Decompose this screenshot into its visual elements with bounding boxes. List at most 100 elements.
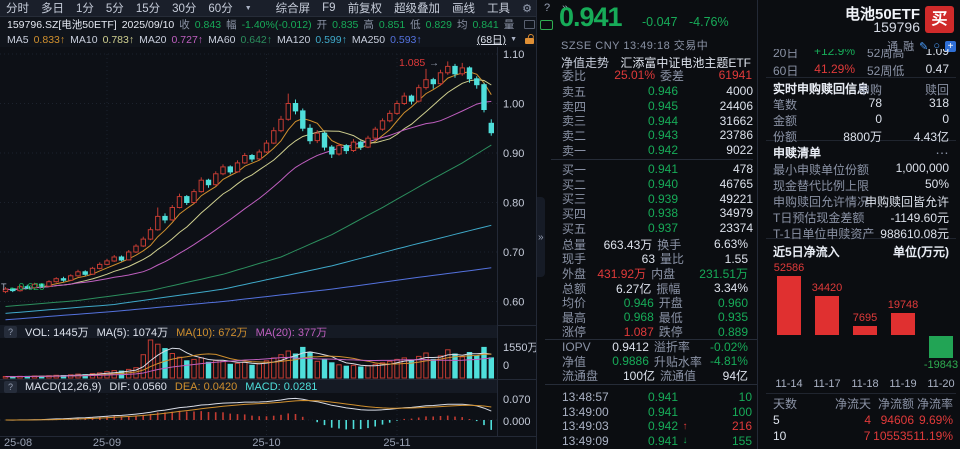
tick-price: 0.941 bbox=[632, 390, 678, 404]
pcf-label: 现金替代比例上限 bbox=[773, 177, 869, 194]
tool-button[interactable]: 综合屏 bbox=[276, 0, 311, 16]
tick-trade-row: 13:49:090.941↓155 bbox=[545, 434, 757, 449]
candle bbox=[279, 116, 283, 132]
tool-button[interactable]: F9 bbox=[322, 2, 335, 14]
macd-name-legend: MACD(12,26,9) bbox=[25, 381, 101, 393]
tool-button[interactable]: 画线 bbox=[452, 0, 475, 16]
candle bbox=[163, 213, 167, 223]
stat-value: 0.9412 bbox=[603, 340, 649, 354]
help-icon[interactable]: ? bbox=[4, 381, 17, 393]
stat-value: 0.935 bbox=[718, 310, 753, 324]
candle bbox=[47, 280, 51, 287]
candle bbox=[330, 145, 334, 158]
stat-row: 现手63量比1.55 bbox=[545, 252, 757, 267]
volume-pane-header: ?VOL: 1445万MA(5): 1074万MA(10): 672万MA(20… bbox=[0, 325, 497, 338]
ask-row[interactable]: 卖一0.9429022 bbox=[545, 143, 757, 158]
candle bbox=[185, 195, 189, 205]
bid-row[interactable]: 买三0.93949221 bbox=[545, 191, 757, 206]
help-icon[interactable]: ? bbox=[4, 326, 17, 338]
stat-value: 0.960 bbox=[718, 296, 753, 310]
flow-cell: 94606 bbox=[871, 413, 914, 427]
price-change: -0.047 bbox=[642, 15, 677, 29]
candle bbox=[177, 194, 181, 209]
flow-table-header: 天数净流天净流额净流率 bbox=[762, 396, 960, 411]
vol-ma5-legend: MA(5): 1074万 bbox=[97, 324, 169, 340]
ma-value: 0.783↑ bbox=[103, 34, 135, 46]
ask-row[interactable]: 卖四0.94524406 bbox=[545, 99, 757, 114]
tool-button[interactable]: 超级叠加 bbox=[394, 0, 440, 16]
ask-row[interactable]: 卖二0.94323786 bbox=[545, 128, 757, 143]
flow-bar-value: 19748 bbox=[873, 299, 933, 311]
stat-row: IOPV0.9412溢折率-0.02% bbox=[545, 339, 757, 354]
flow-col-header: 净流率 bbox=[914, 395, 953, 412]
rt-subscribe-value: 0 bbox=[875, 112, 882, 126]
field-label: 低 bbox=[410, 17, 421, 32]
bid-row[interactable]: 买五0.93723374 bbox=[545, 221, 757, 236]
stat-value: -0.02% bbox=[710, 340, 753, 354]
tool-button[interactable]: 工具 bbox=[487, 0, 510, 16]
level-volume: 34979 bbox=[678, 206, 753, 220]
stat-row: 均价0.946开盘0.960 bbox=[545, 295, 757, 310]
field-value: -1.40%(-0.012) bbox=[242, 19, 312, 31]
orderbook-separator bbox=[551, 159, 753, 160]
level-label: 买五 bbox=[562, 220, 602, 237]
clipped-stat-row: 20日+12.9%52周高1.09 bbox=[762, 49, 960, 62]
rt-redeem-value: 0 bbox=[942, 112, 949, 126]
chevron-down-icon[interactable]: ▼ bbox=[510, 36, 517, 43]
period-tab[interactable]: 15分 bbox=[136, 0, 160, 16]
period-change: 41.29% bbox=[814, 62, 855, 76]
stat-value: 3.34% bbox=[714, 281, 753, 295]
week52-high-label: 52周高 bbox=[867, 49, 904, 61]
field-value: 0.835 bbox=[332, 19, 358, 31]
candle bbox=[438, 70, 442, 86]
bid-row[interactable]: 买一0.941478 bbox=[545, 162, 757, 177]
unlock-icon[interactable] bbox=[525, 38, 534, 44]
month-label: 25-09 bbox=[93, 437, 121, 449]
candle bbox=[214, 171, 218, 185]
chevron-down-icon[interactable]: ▼ bbox=[245, 5, 252, 12]
flow-bar-date: 11-20 bbox=[919, 378, 960, 390]
panel-layout-icon[interactable] bbox=[524, 20, 535, 29]
pcf-value: 1,000,000 bbox=[896, 161, 949, 175]
period-tab[interactable]: 60分 bbox=[208, 0, 232, 16]
candle bbox=[373, 127, 377, 140]
bid-row[interactable]: 买二0.94046765 bbox=[545, 177, 757, 192]
down-arrow-icon: ↓ bbox=[678, 435, 692, 446]
tool-button[interactable]: 前复权 bbox=[348, 0, 383, 16]
buy-button[interactable]: 买 bbox=[925, 6, 954, 33]
period-tab[interactable]: 1分 bbox=[76, 0, 94, 16]
ask-row[interactable]: 卖五0.9464000 bbox=[545, 84, 757, 99]
field-label: 幅 bbox=[226, 17, 237, 32]
volume-tick-label: 1550万 bbox=[503, 342, 536, 354]
level-price: 0.941 bbox=[602, 162, 678, 176]
candle bbox=[322, 132, 326, 151]
ma-indicator-bar: MA50.833↑MA100.783↑MA200.727↑MA600.642↑M… bbox=[0, 32, 536, 47]
etf-info-panel: 电池50ETF 159796 买 通融✎○+ 20日+12.9%52周高1.09… bbox=[762, 0, 960, 449]
candle bbox=[250, 154, 254, 162]
ma-range-dropdown[interactable]: (68日) bbox=[477, 32, 506, 47]
period-tab[interactable]: 30分 bbox=[172, 0, 196, 16]
tick-trade-list: 13:48:570.9411013:49:000.94110013:49:030… bbox=[545, 390, 757, 448]
stat-value: 0.889 bbox=[718, 325, 753, 339]
level-price: 0.940 bbox=[602, 177, 678, 191]
bid-row[interactable]: 买四0.93834979 bbox=[545, 206, 757, 221]
ma-value: 0.833↑ bbox=[34, 34, 66, 46]
level-volume: 9022 bbox=[678, 143, 753, 157]
bid-levels: 买一0.941478买二0.94046765买三0.93949221买四0.93… bbox=[545, 162, 757, 235]
collapse-panel-button[interactable]: » bbox=[538, 232, 544, 243]
gear-icon[interactable]: ⚙ bbox=[522, 2, 532, 15]
flow-cell: 9.69% bbox=[914, 413, 953, 427]
tick-time: 13:48:57 bbox=[562, 390, 632, 404]
period-tab[interactable]: 多日 bbox=[41, 0, 64, 16]
level-price: 0.937 bbox=[602, 221, 678, 235]
stat-value: 94亿 bbox=[720, 367, 753, 384]
period-tab[interactable]: 5分 bbox=[106, 0, 124, 16]
symbol-code[interactable]: 159796.SZ[电池50ETF] bbox=[7, 17, 117, 32]
period-tab[interactable]: 分时 bbox=[6, 0, 29, 16]
flow-cell: 11.19% bbox=[913, 429, 953, 443]
stat-value: 6.27亿 bbox=[604, 280, 651, 297]
ask-levels: 卖五0.9464000卖四0.94524406卖三0.94431662卖二0.9… bbox=[545, 84, 757, 157]
ask-row[interactable]: 卖三0.94431662 bbox=[545, 113, 757, 128]
level-price: 0.944 bbox=[602, 114, 678, 128]
month-label: 25-11 bbox=[383, 437, 410, 449]
